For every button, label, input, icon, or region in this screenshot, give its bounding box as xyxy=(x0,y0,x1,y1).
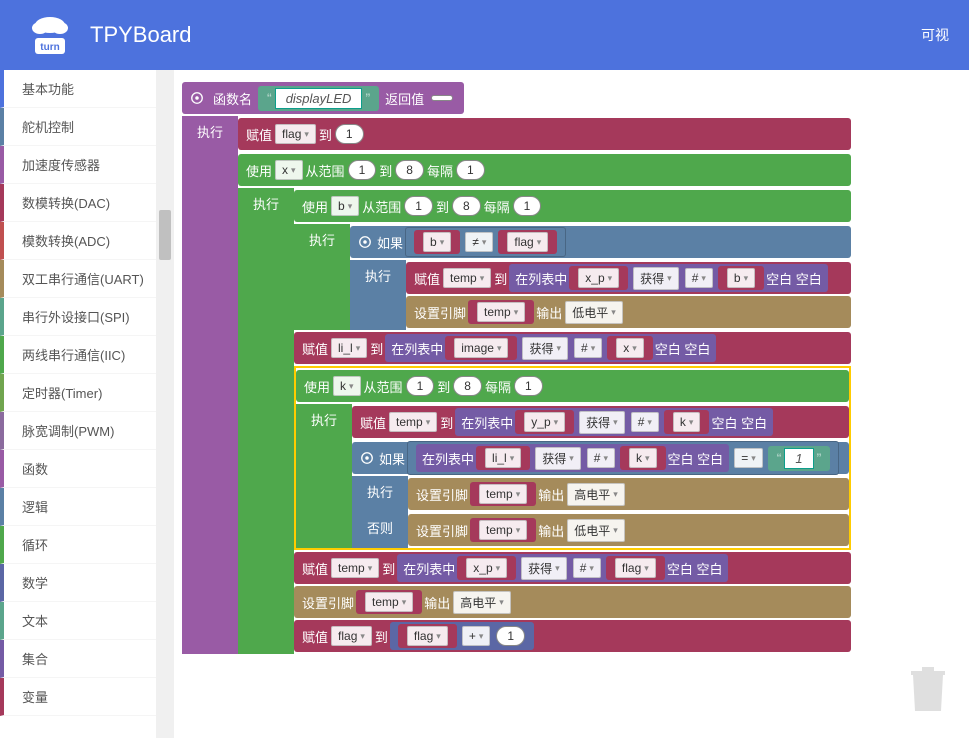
category-模数转换(ADC)[interactable]: 模数转换(ADC) xyxy=(0,222,156,260)
sidebar-scrollbar[interactable] xyxy=(156,70,174,738)
category-循环[interactable]: 循环 xyxy=(0,526,156,564)
gear-icon xyxy=(358,235,372,249)
assign-block[interactable]: 赋值temp到 在列表中x_p 获得# b 空白 空白 xyxy=(406,262,851,294)
scrollbar-thumb[interactable] xyxy=(159,210,171,260)
assign-block[interactable]: 赋值temp到 在列表中y_p 获得# k 空白 空白 xyxy=(352,406,849,438)
gear-icon xyxy=(360,451,374,465)
trash-icon[interactable] xyxy=(907,665,949,718)
logo-icon: turn xyxy=(20,10,80,60)
assign-block[interactable]: 赋值temp到 在列表中x_p 获得# flag 空白 空白 xyxy=(294,552,851,584)
set-pin-block[interactable]: 设置引脚temp 输出低电平 xyxy=(406,296,851,328)
list-get-block[interactable]: 在列表中x_p 获得# b 空白 空白 xyxy=(509,264,828,292)
compare-block[interactable]: b ≠ flag xyxy=(405,227,566,257)
for-loop-block[interactable]: 使用x 从范围1 到8 每隔1 xyxy=(238,154,851,186)
category-数模转换(DAC)[interactable]: 数模转换(DAC) xyxy=(0,184,156,222)
if-else-block[interactable]: 如果 在列表中li_l 获得# k xyxy=(352,442,849,474)
assign-block[interactable]: 赋值flag到 1 xyxy=(238,118,851,150)
set-pin-block[interactable]: 设置引脚temp 输出高电平 xyxy=(294,586,851,618)
var-dropdown[interactable]: x xyxy=(275,160,303,180)
category-文本[interactable]: 文本 xyxy=(0,602,156,640)
assign-block[interactable]: 赋值flag到 flag + 1 xyxy=(294,620,851,652)
category-舵机控制[interactable]: 舵机控制 xyxy=(0,108,156,146)
category-数学[interactable]: 数学 xyxy=(0,564,156,602)
category-定时器(Timer)[interactable]: 定时器(Timer) xyxy=(0,374,156,412)
blockly-workspace[interactable]: 函数名 “displayLED” 返回值 执行 赋值flag到 1 xyxy=(174,70,969,738)
category-逻辑[interactable]: 逻辑 xyxy=(0,488,156,526)
math-block[interactable]: flag + 1 xyxy=(390,622,534,650)
set-pin-block[interactable]: 设置引脚temp 输出高电平 xyxy=(408,478,849,510)
category-两线串行通信(IIC)[interactable]: 两线串行通信(IIC) xyxy=(0,336,156,374)
for-loop-block-selected[interactable]: 使用k 从范围1 到8 每隔1 xyxy=(296,370,849,402)
category-sidebar: 基本功能舵机控制加速度传感器数模转换(DAC)模数转换(ADC)双工串行通信(U… xyxy=(0,70,156,738)
exec-label: 执行 xyxy=(182,116,238,654)
category-基本功能[interactable]: 基本功能 xyxy=(0,70,156,108)
app-title: TPYBoard xyxy=(90,22,192,48)
category-集合[interactable]: 集合 xyxy=(0,640,156,678)
category-串行外设接口(SPI)[interactable]: 串行外设接口(SPI) xyxy=(0,298,156,336)
number-input[interactable]: 1 xyxy=(335,124,364,144)
gear-icon xyxy=(190,91,204,105)
view-toggle[interactable]: 可视 xyxy=(921,25,949,45)
string-literal[interactable]: “displayLED” xyxy=(258,86,379,111)
category-函数[interactable]: 函数 xyxy=(0,450,156,488)
for-loop-block[interactable]: 使用b 从范围1 到8 每隔1 xyxy=(294,190,851,222)
list-get-block[interactable]: 在列表中image 获得# x 空白 空白 xyxy=(385,334,716,362)
category-脉宽调制(PWM)[interactable]: 脉宽调制(PWM) xyxy=(0,412,156,450)
category-双工串行通信(UART)[interactable]: 双工串行通信(UART) xyxy=(0,260,156,298)
svg-text:turn: turn xyxy=(40,42,59,53)
function-def-block[interactable]: 函数名 “displayLED” 返回值 xyxy=(182,82,464,114)
var-dropdown[interactable]: flag xyxy=(275,124,316,144)
app-header: turn TPYBoard 可视 xyxy=(0,0,969,70)
category-加速度传感器[interactable]: 加速度传感器 xyxy=(0,146,156,184)
category-变量[interactable]: 变量 xyxy=(0,678,156,716)
if-block[interactable]: 如果 b ≠ flag xyxy=(350,226,851,258)
assign-block[interactable]: 赋值li_l到 在列表中image 获得# x 空白 空白 xyxy=(294,332,851,364)
return-slot[interactable] xyxy=(431,95,453,101)
set-pin-block[interactable]: 设置引脚temp 输出低电平 xyxy=(408,514,849,546)
